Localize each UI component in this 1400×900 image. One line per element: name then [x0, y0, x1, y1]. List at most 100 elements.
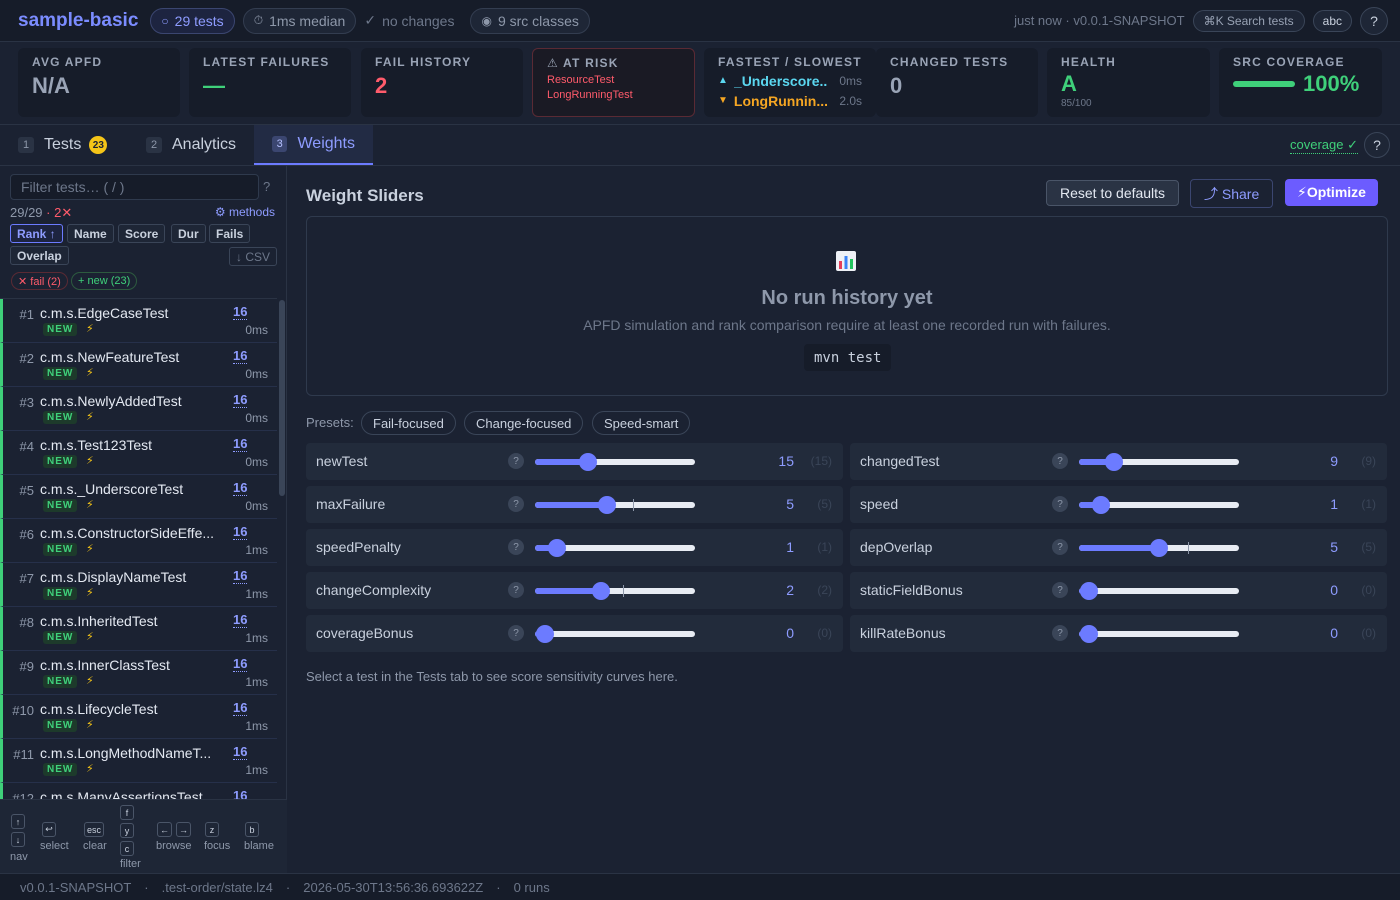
slider-thumb[interactable] — [598, 496, 616, 514]
test-row[interactable]: #7 c.m.s.DisplayNameTest 16 NEW ⚡ 1ms — [0, 563, 277, 607]
export-csv-button[interactable]: ↓ CSV — [229, 247, 278, 266]
filter-help-icon[interactable]: ? — [263, 179, 270, 194]
help-icon[interactable]: ? — [508, 539, 524, 555]
help-icon[interactable]: ? — [508, 625, 524, 641]
preset-fail-focused[interactable]: Fail-focused — [361, 411, 456, 435]
at-risk-item[interactable]: LongRunningTest — [547, 88, 680, 103]
methods-toggle[interactable]: ⚙ methods — [215, 205, 275, 219]
weight-slider[interactable] — [535, 453, 695, 471]
tab-analytics[interactable]: 2 Analytics — [128, 125, 254, 165]
weight-slider[interactable] — [535, 625, 695, 643]
test-row[interactable]: #4 c.m.s.Test123Test 16 NEW ⚡ 0ms — [0, 431, 277, 475]
filter-tests-input[interactable] — [10, 174, 259, 200]
weight-name: changeComplexity — [316, 582, 432, 598]
test-row[interactable]: #1 c.m.s.EdgeCaseTest 16 NEW ⚡ 0ms — [0, 299, 277, 343]
sort-overlap-button[interactable]: Overlap — [10, 246, 69, 265]
tests-count-pill[interactable]: ○ 29 tests — [150, 7, 235, 34]
test-row[interactable]: #5 c.m.s._UnderscoreTest 16 NEW ⚡ 0ms — [0, 475, 277, 519]
sensitivity-hint: Select a test in the Tests tab to see sc… — [306, 669, 678, 684]
share-button[interactable]: ⤴ Share — [1190, 179, 1274, 208]
test-score[interactable]: 16 — [233, 657, 248, 672]
filter-chip-new[interactable]: + new (23) — [71, 272, 138, 290]
help-icon[interactable]: ? — [1052, 496, 1068, 512]
slider-thumb[interactable] — [1080, 582, 1098, 600]
presets-label: Presets: — [306, 415, 354, 430]
tabs-help-button[interactable]: ? — [1364, 132, 1390, 158]
scroll-thumb[interactable] — [279, 300, 285, 496]
test-score[interactable]: 16 — [233, 613, 248, 628]
slider-thumb[interactable] — [592, 582, 610, 600]
test-row[interactable]: #2 c.m.s.NewFeatureTest 16 NEW ⚡ 0ms — [0, 343, 277, 387]
weight-slider[interactable] — [1079, 539, 1239, 557]
test-score[interactable]: 16 — [233, 349, 248, 364]
shortcut-blame-label: blame — [244, 840, 274, 852]
weight-name: changedTest — [860, 453, 940, 469]
sort-score-button[interactable]: Score — [118, 224, 166, 243]
slider-thumb[interactable] — [548, 539, 566, 557]
weight-slider[interactable] — [535, 582, 695, 600]
search-button[interactable]: ⌘K Search tests — [1192, 9, 1305, 32]
sort-duration-button[interactable]: Dur — [171, 224, 206, 243]
test-score[interactable]: 16 — [233, 701, 248, 716]
test-rank: #8 — [19, 615, 34, 630]
test-row[interactable]: #12c.m.s.ManyAssertionsTest16NEW⚡1ms — [0, 783, 277, 799]
test-row[interactable]: #9 c.m.s.InnerClassTest 16 NEW ⚡ 1ms — [0, 651, 277, 695]
sort-name-button[interactable]: Name — [67, 224, 114, 243]
kpi-at-risk[interactable]: ⚠ AT RISK ResourceTest LongRunningTest — [532, 48, 695, 117]
fastest-test[interactable]: _Underscore... — [734, 71, 827, 91]
tab-weights[interactable]: 3 Weights — [254, 125, 373, 165]
weight-slider[interactable] — [1079, 453, 1239, 471]
preset-change-focused[interactable]: Change-focused — [464, 411, 584, 435]
median-pill[interactable]: ⏱ 1ms median — [242, 7, 357, 34]
sort-fails-button[interactable]: Fails — [209, 224, 251, 243]
sort-rank-button[interactable]: Rank ↑ — [10, 224, 63, 243]
coverage-link[interactable]: coverage ✓ — [1290, 137, 1358, 154]
test-row[interactable]: #8 c.m.s.InheritedTest 16 NEW ⚡ 1ms — [0, 607, 277, 651]
test-score[interactable]: 16 — [233, 305, 248, 320]
tab-tests[interactable]: 1 Tests 23 — [0, 125, 125, 165]
at-risk-item[interactable]: ResourceTest — [547, 73, 680, 88]
weight-slider[interactable] — [535, 539, 695, 557]
test-score[interactable]: 16 — [233, 437, 248, 452]
test-score[interactable]: 16 — [233, 481, 248, 496]
test-row[interactable]: #11 c.m.s.LongMethodNameT... 16 NEW ⚡ 1ms — [0, 739, 277, 783]
slider-thumb[interactable] — [1105, 453, 1123, 471]
test-score[interactable]: 16 — [233, 525, 248, 540]
slider-thumb[interactable] — [579, 453, 597, 471]
filter-chip-fail[interactable]: ✕ fail (2) — [11, 272, 68, 290]
test-rank: #12 — [12, 791, 34, 799]
help-icon[interactable]: ? — [1052, 453, 1068, 469]
preset-speed-smart[interactable]: Speed-smart — [592, 411, 691, 435]
slider-thumb[interactable] — [1092, 496, 1110, 514]
abc-toggle-button[interactable]: abc — [1312, 9, 1352, 32]
help-icon[interactable]: ? — [508, 582, 524, 598]
slider-thumb[interactable] — [1150, 539, 1168, 557]
weight-slider[interactable] — [1079, 496, 1239, 514]
test-score[interactable]: 16 — [233, 569, 248, 584]
help-icon[interactable]: ? — [1052, 582, 1068, 598]
test-row[interactable]: #10 c.m.s.LifecycleTest 16 NEW ⚡ 1ms — [0, 695, 277, 739]
help-icon[interactable]: ? — [1052, 625, 1068, 641]
test-score[interactable]: 16 — [233, 393, 248, 408]
optimize-button[interactable]: ⚡Optimize — [1285, 179, 1378, 206]
weight-slider[interactable] — [1079, 625, 1239, 643]
help-button[interactable]: ? — [1360, 6, 1388, 35]
default-marker — [633, 499, 634, 511]
kpi-label: SRC COVERAGE — [1233, 55, 1345, 69]
new-badge: NEW — [43, 719, 78, 732]
test-list-scrollbar[interactable] — [277, 298, 287, 799]
reset-defaults-button[interactable]: Reset to defaults — [1046, 180, 1180, 206]
slider-thumb[interactable] — [1080, 625, 1098, 643]
help-icon[interactable]: ? — [1052, 539, 1068, 555]
src-classes-pill[interactable]: ◉ 9 src classes — [470, 7, 590, 34]
weight-slider[interactable] — [535, 496, 695, 514]
test-row[interactable]: #3 c.m.s.NewlyAddedTest 16 NEW ⚡ 0ms — [0, 387, 277, 431]
test-score[interactable]: 16 — [233, 745, 248, 760]
test-score[interactable]: 16 — [233, 789, 247, 800]
help-icon[interactable]: ? — [508, 496, 524, 512]
slowest-test[interactable]: LongRunnin... — [734, 91, 827, 111]
slider-thumb[interactable] — [536, 625, 554, 643]
test-row[interactable]: #6 c.m.s.ConstructorSideEffe... 16 NEW ⚡ 1ms — [0, 519, 277, 563]
help-icon[interactable]: ? — [508, 453, 524, 469]
weight-slider[interactable] — [1079, 582, 1239, 600]
